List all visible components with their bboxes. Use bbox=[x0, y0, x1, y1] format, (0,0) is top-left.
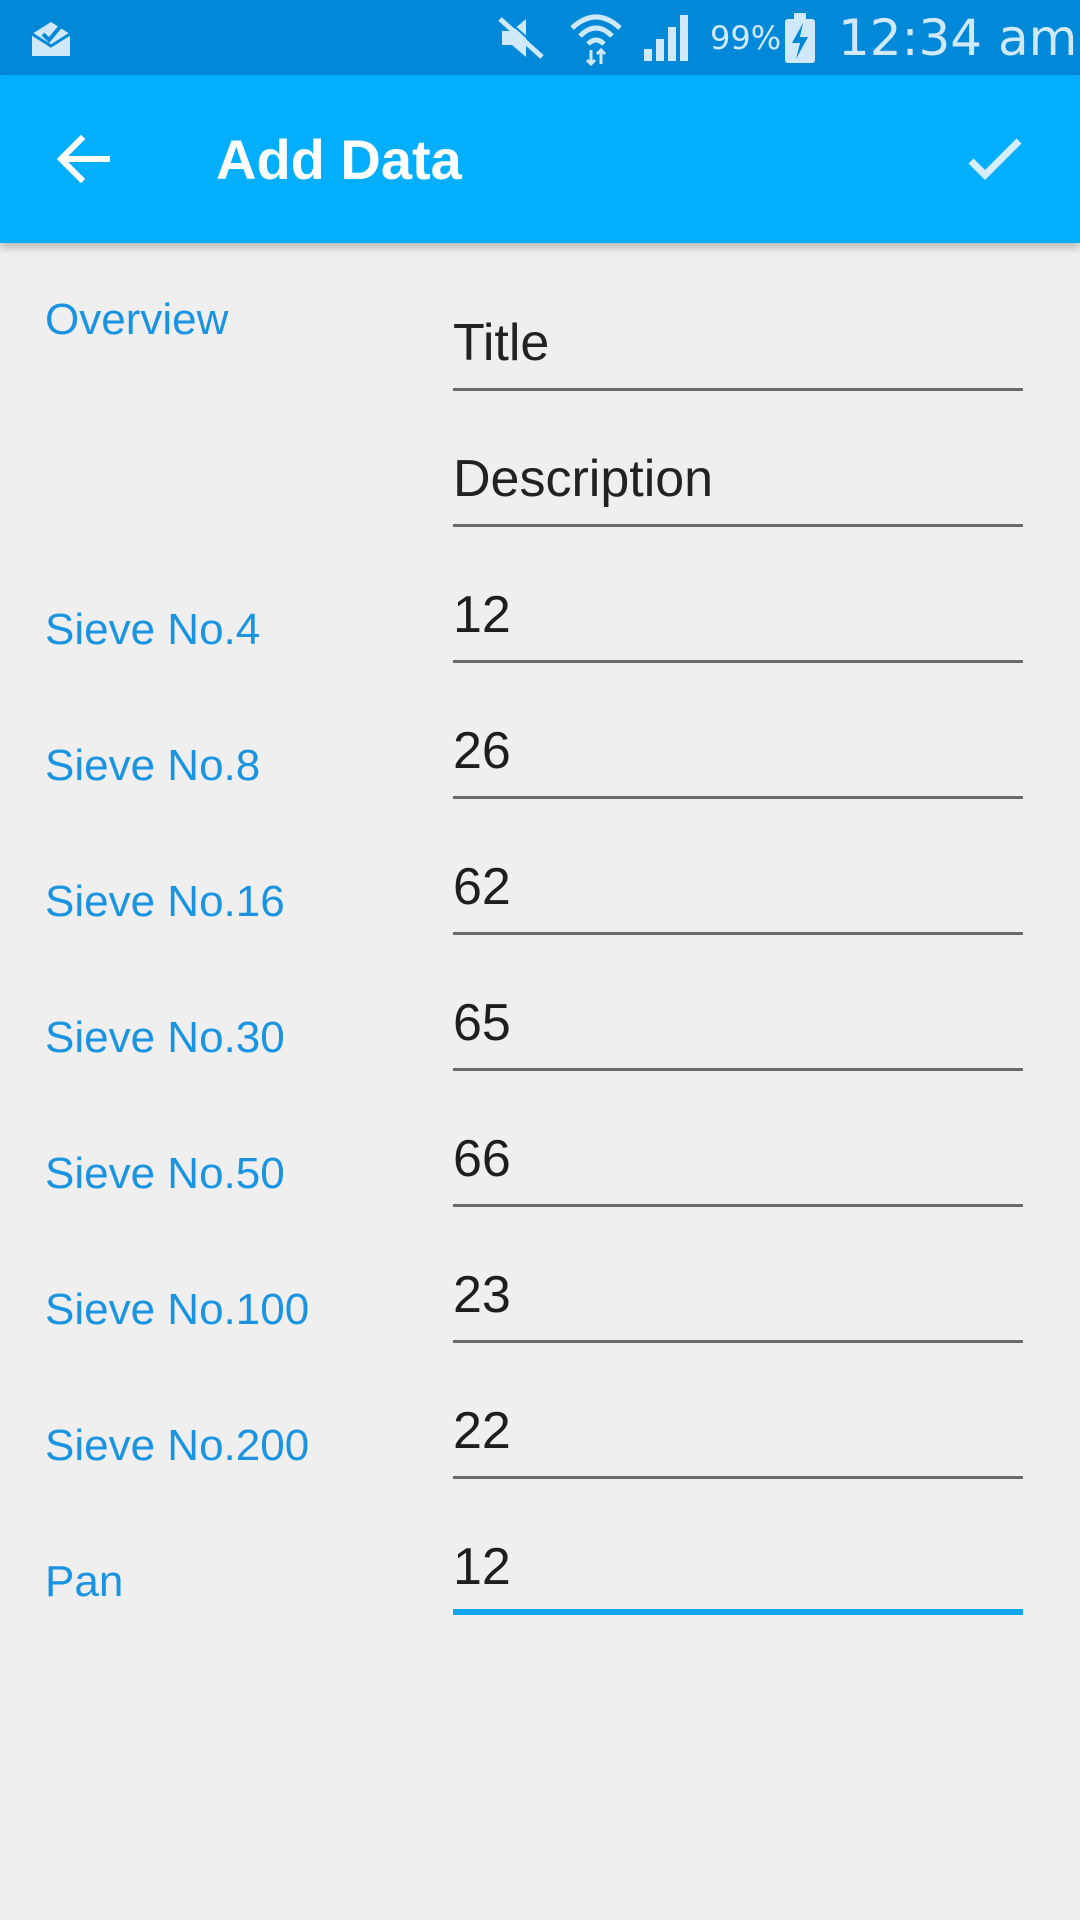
description-placeholder: Description bbox=[453, 450, 714, 508]
sieve-label-no4: Sieve No.4 bbox=[45, 605, 261, 654]
description-input[interactable]: Description bbox=[453, 417, 1023, 527]
sieve-underline-no100 bbox=[453, 1340, 1023, 1343]
sieve-underline-no50 bbox=[453, 1204, 1023, 1207]
sieve-input-no200[interactable]: 22 bbox=[453, 1369, 1023, 1479]
mail-icon bbox=[30, 0, 72, 75]
sieve-underline-no200 bbox=[453, 1476, 1023, 1479]
overview-label: Overview bbox=[45, 295, 229, 344]
sieve-underline-no30 bbox=[453, 1068, 1023, 1071]
title-input[interactable]: Title bbox=[453, 281, 1023, 391]
sieve-value-no100: 23 bbox=[453, 1266, 511, 1324]
battery-percentage: 99% bbox=[710, 18, 782, 57]
sieve-value-no16: 62 bbox=[453, 858, 511, 916]
sieve-input-no4[interactable]: 12 bbox=[453, 553, 1023, 663]
sieve-underline-no16 bbox=[453, 932, 1023, 935]
pan-value: 12 bbox=[453, 1538, 511, 1596]
sieve-value-no4: 12 bbox=[453, 586, 511, 644]
sieve-label-no16: Sieve No.16 bbox=[45, 877, 285, 926]
sieve-label-no100: Sieve No.100 bbox=[45, 1285, 310, 1334]
wifi-icon bbox=[568, 0, 624, 75]
sieve-label-no50: Sieve No.50 bbox=[45, 1149, 285, 1198]
sieve-label-no30: Sieve No.30 bbox=[45, 1013, 285, 1062]
status-bar: 99% 12:34 am bbox=[0, 0, 1080, 75]
sieve-underline-no8 bbox=[453, 796, 1023, 799]
pan-underline-focused bbox=[453, 1609, 1023, 1615]
signal-icon bbox=[642, 0, 694, 75]
title-placeholder: Title bbox=[453, 314, 550, 372]
sieve-value-no30: 65 bbox=[453, 994, 511, 1052]
sieve-value-no50: 66 bbox=[453, 1130, 511, 1188]
sieve-input-no8[interactable]: 26 bbox=[453, 689, 1023, 799]
sieve-underline-no4 bbox=[453, 660, 1023, 663]
check-icon bbox=[968, 138, 1022, 180]
page-title: Add Data bbox=[216, 127, 462, 191]
pan-label: Pan bbox=[45, 1557, 124, 1606]
save-button[interactable] bbox=[955, 119, 1035, 199]
sieve-input-no16[interactable]: 62 bbox=[453, 825, 1023, 935]
description-underline bbox=[453, 524, 1023, 527]
sieve-value-no8: 26 bbox=[453, 722, 511, 780]
back-button[interactable] bbox=[44, 119, 124, 199]
pan-input[interactable]: 12 bbox=[453, 1505, 1023, 1615]
sieve-input-no30[interactable]: 65 bbox=[453, 961, 1023, 1071]
mute-icon bbox=[496, 0, 546, 75]
status-time: 12:34 am bbox=[838, 8, 1078, 67]
sieve-input-no100[interactable]: 23 bbox=[453, 1233, 1023, 1343]
arrow-back-icon bbox=[57, 135, 110, 183]
sieve-input-no50[interactable]: 66 bbox=[453, 1097, 1023, 1207]
app-bar: Add Data bbox=[0, 75, 1080, 243]
battery-charging-icon bbox=[783, 0, 817, 75]
sieve-value-no200: 22 bbox=[453, 1402, 511, 1460]
sieve-label-no8: Sieve No.8 bbox=[45, 741, 261, 790]
sieve-label-no200: Sieve No.200 bbox=[45, 1421, 310, 1470]
title-underline bbox=[453, 388, 1023, 391]
